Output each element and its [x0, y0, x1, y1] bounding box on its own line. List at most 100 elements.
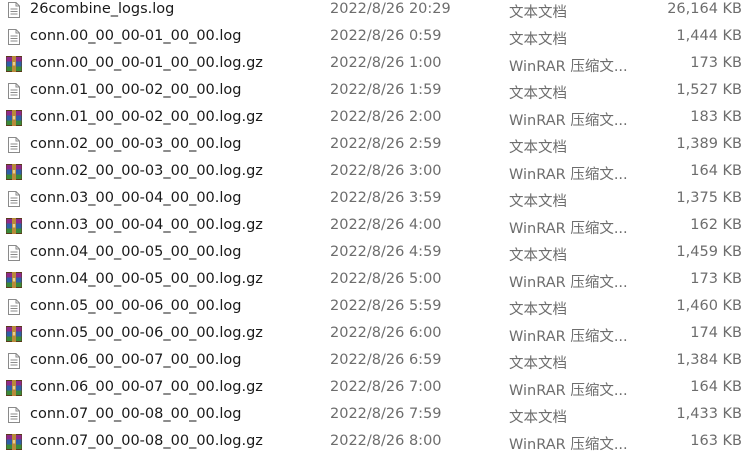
file-row[interactable]: conn.06_00_00-07_00_00.log.gz 2022/8/26 … [0, 375, 749, 402]
file-size: 1,375 KB [676, 190, 742, 206]
text-file-icon [6, 407, 22, 423]
file-row[interactable]: conn.04_00_00-05_00_00.log.gz 2022/8/26 … [0, 267, 749, 294]
file-type: 文本文档 [509, 302, 567, 318]
file-date-modified: 2022/8/26 2:00 [330, 109, 442, 125]
file-size: 162 KB [690, 217, 742, 233]
file-row[interactable]: conn.03_00_00-04_00_00.log.gz 2022/8/26 … [0, 213, 749, 240]
file-date-modified: 2022/8/26 6:00 [330, 325, 442, 341]
file-size: 1,384 KB [676, 352, 742, 368]
file-type: WinRAR 压缩文... [509, 437, 628, 453]
file-row[interactable]: conn.03_00_00-04_00_00.log 2022/8/26 3:5… [0, 186, 749, 213]
file-date-modified: 2022/8/26 8:00 [330, 433, 442, 449]
file-date-modified: 2022/8/26 7:59 [330, 406, 442, 422]
winrar-archive-icon [6, 56, 22, 72]
file-size: 173 KB [690, 55, 742, 71]
file-row[interactable]: conn.07_00_00-08_00_00.log 2022/8/26 7:5… [0, 402, 749, 429]
text-file-icon [6, 245, 22, 261]
file-name: conn.05_00_00-06_00_00.log [30, 298, 242, 314]
file-name: conn.04_00_00-05_00_00.log [30, 244, 242, 260]
file-row[interactable]: conn.01_00_00-02_00_00.log 2022/8/26 1:5… [0, 78, 749, 105]
file-name: conn.00_00_00-01_00_00.log [30, 28, 242, 44]
file-date-modified: 2022/8/26 2:59 [330, 136, 442, 152]
file-name: conn.06_00_00-07_00_00.log [30, 352, 242, 368]
text-file-icon [6, 2, 22, 18]
text-file-icon [6, 353, 22, 369]
file-type: 文本文档 [509, 32, 567, 48]
file-type: WinRAR 压缩文... [509, 113, 628, 129]
file-row[interactable]: conn.05_00_00-06_00_00.log.gz 2022/8/26 … [0, 321, 749, 348]
file-type: 文本文档 [509, 86, 567, 102]
file-name: conn.05_00_00-06_00_00.log.gz [30, 325, 263, 341]
file-row[interactable]: conn.01_00_00-02_00_00.log.gz 2022/8/26 … [0, 105, 749, 132]
file-date-modified: 2022/8/26 7:00 [330, 379, 442, 395]
file-size: 1,444 KB [676, 28, 742, 44]
file-type: WinRAR 压缩文... [509, 383, 628, 399]
file-row[interactable]: conn.02_00_00-03_00_00.log.gz 2022/8/26 … [0, 159, 749, 186]
file-size: 1,433 KB [676, 406, 742, 422]
file-date-modified: 2022/8/26 0:59 [330, 28, 442, 44]
file-size: 1,527 KB [676, 82, 742, 98]
file-type: WinRAR 压缩文... [509, 329, 628, 345]
file-name: conn.03_00_00-04_00_00.log [30, 190, 242, 206]
file-size: 183 KB [690, 109, 742, 125]
text-file-icon [6, 299, 22, 315]
file-date-modified: 2022/8/26 1:00 [330, 55, 442, 71]
file-date-modified: 2022/8/26 1:59 [330, 82, 442, 98]
file-row[interactable]: 26combine_logs.log 2022/8/26 20:29 文本文档 … [0, 0, 749, 24]
file-type: 文本文档 [509, 248, 567, 264]
winrar-archive-icon [6, 380, 22, 396]
winrar-archive-icon [6, 110, 22, 126]
winrar-archive-icon [6, 434, 22, 450]
text-file-icon [6, 191, 22, 207]
file-size: 1,460 KB [676, 298, 742, 314]
file-row[interactable]: conn.00_00_00-01_00_00.log 2022/8/26 0:5… [0, 24, 749, 51]
file-row[interactable]: conn.00_00_00-01_00_00.log.gz 2022/8/26 … [0, 51, 749, 78]
file-row[interactable]: conn.05_00_00-06_00_00.log 2022/8/26 5:5… [0, 294, 749, 321]
file-type: 文本文档 [509, 5, 567, 21]
winrar-archive-icon [6, 272, 22, 288]
file-row[interactable]: conn.04_00_00-05_00_00.log 2022/8/26 4:5… [0, 240, 749, 267]
file-row[interactable]: conn.07_00_00-08_00_00.log.gz 2022/8/26 … [0, 429, 749, 456]
text-file-icon [6, 83, 22, 99]
file-size: 164 KB [690, 379, 742, 395]
file-name: conn.07_00_00-08_00_00.log.gz [30, 433, 263, 449]
file-size: 1,389 KB [676, 136, 742, 152]
file-size: 164 KB [690, 163, 742, 179]
winrar-archive-icon [6, 164, 22, 180]
winrar-archive-icon [6, 326, 22, 342]
file-size: 26,164 KB [667, 1, 742, 17]
file-date-modified: 2022/8/26 6:59 [330, 352, 442, 368]
file-date-modified: 2022/8/26 3:00 [330, 163, 442, 179]
file-name: 26combine_logs.log [30, 1, 175, 17]
text-file-icon [6, 29, 22, 45]
file-name: conn.00_00_00-01_00_00.log.gz [30, 55, 263, 71]
file-size: 163 KB [690, 433, 742, 449]
file-size: 1,459 KB [676, 244, 742, 260]
file-row[interactable]: conn.06_00_00-07_00_00.log 2022/8/26 6:5… [0, 348, 749, 375]
file-type: 文本文档 [509, 140, 567, 156]
file-type: WinRAR 压缩文... [509, 275, 628, 291]
winrar-archive-icon [6, 218, 22, 234]
file-name: conn.03_00_00-04_00_00.log.gz [30, 217, 263, 233]
file-date-modified: 2022/8/26 3:59 [330, 190, 442, 206]
file-name: conn.06_00_00-07_00_00.log.gz [30, 379, 263, 395]
file-size: 173 KB [690, 271, 742, 287]
file-type: WinRAR 压缩文... [509, 221, 628, 237]
file-type: 文本文档 [509, 356, 567, 372]
file-type: 文本文档 [509, 410, 567, 426]
file-name: conn.04_00_00-05_00_00.log.gz [30, 271, 263, 287]
file-type: WinRAR 压缩文... [509, 59, 628, 75]
file-type: WinRAR 压缩文... [509, 167, 628, 183]
file-date-modified: 2022/8/26 5:00 [330, 271, 442, 287]
file-name: conn.02_00_00-03_00_00.log [30, 136, 242, 152]
file-date-modified: 2022/8/26 4:00 [330, 217, 442, 233]
file-row[interactable]: conn.02_00_00-03_00_00.log 2022/8/26 2:5… [0, 132, 749, 159]
file-date-modified: 2022/8/26 4:59 [330, 244, 442, 260]
file-name: conn.01_00_00-02_00_00.log.gz [30, 109, 263, 125]
file-name: conn.07_00_00-08_00_00.log [30, 406, 242, 422]
file-size: 174 KB [690, 325, 742, 341]
file-type: 文本文档 [509, 194, 567, 210]
file-name: conn.01_00_00-02_00_00.log [30, 82, 242, 98]
text-file-icon [6, 137, 22, 153]
file-date-modified: 2022/8/26 20:29 [330, 1, 451, 17]
